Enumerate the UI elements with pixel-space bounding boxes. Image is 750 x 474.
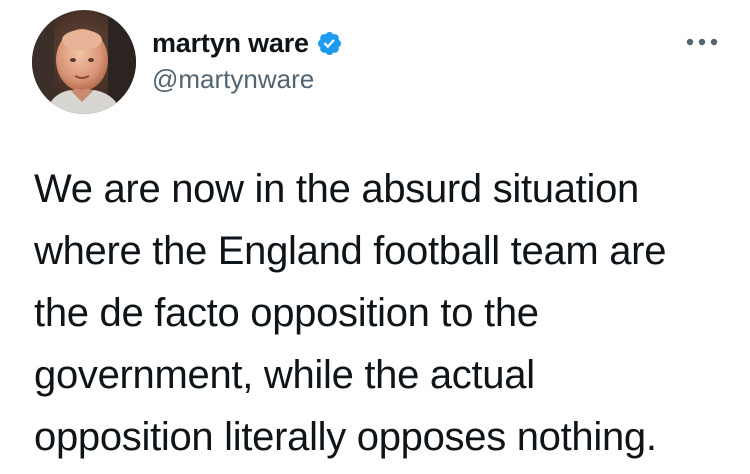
tweet-text: We are now in the absurd situation where… bbox=[34, 158, 734, 468]
display-name[interactable]: martyn ware bbox=[152, 28, 309, 59]
verified-badge-icon bbox=[316, 30, 343, 57]
profile-photo bbox=[32, 10, 136, 114]
author-block: martyn ware @martynware bbox=[152, 26, 343, 96]
tweet-text-line: where the England football team are bbox=[34, 229, 667, 273]
name-row: martyn ware bbox=[152, 26, 343, 60]
tweet-text-line: opposition literally opposes nothing. bbox=[34, 415, 657, 459]
avatar[interactable] bbox=[32, 10, 136, 114]
tweet-text-line: the de facto opposition to the bbox=[34, 291, 539, 335]
handle[interactable]: @martynware bbox=[152, 64, 343, 95]
tweet-text-line: We are now in the absurd situation bbox=[34, 167, 639, 211]
tweet-card: martyn ware @martynware We are now in th… bbox=[0, 0, 750, 474]
tweet-text-line: government, while the actual bbox=[34, 353, 535, 397]
ellipsis-icon bbox=[686, 38, 718, 46]
more-options-button[interactable] bbox=[682, 30, 722, 54]
